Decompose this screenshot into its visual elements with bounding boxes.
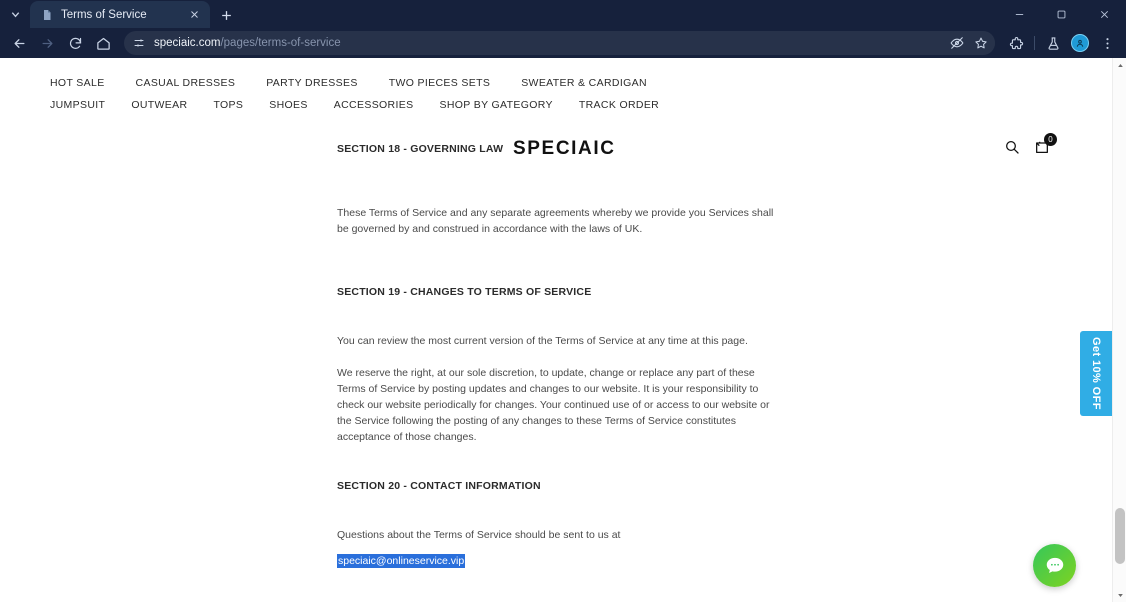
section-19-body-1: You can review the most current version … xyxy=(337,335,748,347)
nav-item-accessories[interactable]: ACCESSORIES xyxy=(334,99,414,111)
nav-item-sweater-cardigan[interactable]: SWEATER & CARDIGAN xyxy=(521,77,647,89)
nav-row-secondary: JUMPSUIT OUTWEAR TOPS SHOES ACCESSORIES … xyxy=(50,99,685,111)
tab-title: Terms of Service xyxy=(61,8,147,21)
document-icon xyxy=(40,8,53,21)
page-scrollbar[interactable] xyxy=(1112,58,1126,602)
nav-row-primary: HOT SALE CASUAL DRESSES PARTY DRESSES TW… xyxy=(50,77,685,89)
section-20-body: Questions about the Terms of Service sho… xyxy=(337,529,621,541)
address-bar[interactable]: speciaic.com/pages/terms-of-service xyxy=(124,31,995,55)
url-text: speciaic.com/pages/terms-of-service xyxy=(154,37,987,49)
eye-off-icon[interactable] xyxy=(945,31,969,55)
contact-email-link[interactable]: speciaic@onlineservice.vip xyxy=(337,554,466,568)
section-20-heading: SECTION 20 - CONTACT INFORMATION xyxy=(337,480,541,492)
nav-item-hot-sale[interactable]: HOT SALE xyxy=(50,77,105,89)
cart-count-badge: 0 xyxy=(1044,133,1057,146)
chat-bubble-icon[interactable] xyxy=(1033,544,1076,587)
three-dot-menu-icon[interactable] xyxy=(1094,30,1120,56)
nav-item-shoes[interactable]: SHOES xyxy=(269,99,308,111)
nav-item-outwear[interactable]: OUTWEAR xyxy=(131,99,187,111)
chevron-down-icon[interactable] xyxy=(1113,588,1126,602)
home-icon[interactable] xyxy=(90,30,116,56)
section-20: SECTION 20 - CONTACT INFORMATION Questio… xyxy=(337,480,1112,569)
new-tab-button[interactable] xyxy=(212,2,240,28)
nav-item-casual-dresses[interactable]: CASUAL DRESSES xyxy=(136,77,236,89)
section-18-heading: SECTION 18 - GOVERNING LAW xyxy=(337,143,504,155)
url-domain: speciaic.com xyxy=(154,37,221,49)
toolbar-divider xyxy=(1034,36,1035,50)
browser-title-bar: Terms of Service xyxy=(0,0,1126,28)
section-18-body: These Terms of Service and any separate … xyxy=(337,207,774,235)
flask-icon[interactable] xyxy=(1040,30,1066,56)
nav-item-tops[interactable]: TOPS xyxy=(213,99,243,111)
browser-tab[interactable]: Terms of Service xyxy=(30,1,210,28)
section-19: SECTION 19 - CHANGES TO TERMS OF SERVICE… xyxy=(337,286,1112,445)
header-actions: 0 xyxy=(1004,133,1057,155)
reload-icon[interactable] xyxy=(62,30,88,56)
minimize-icon[interactable] xyxy=(998,0,1040,28)
scrollbar-thumb[interactable] xyxy=(1115,508,1125,564)
terms-content: SECTION 18 - GOVERNING LAW These Terms o… xyxy=(0,127,1112,569)
omnibox-actions xyxy=(945,31,995,55)
promo-discount-tab[interactable]: Get 10% OFF xyxy=(1080,331,1112,416)
section-19-body-2: We reserve the right, at our sole discre… xyxy=(337,367,770,443)
chevron-down-icon[interactable] xyxy=(3,2,27,26)
site-logo[interactable]: SPECIAIC xyxy=(513,138,616,160)
arrow-back-icon[interactable] xyxy=(6,30,32,56)
nav-item-track-order[interactable]: TRACK ORDER xyxy=(579,99,659,111)
nav-item-shop-by-gategory[interactable]: SHOP BY GATEGORY xyxy=(439,99,552,111)
window-controls xyxy=(998,0,1126,28)
nav-item-jumpsuit[interactable]: JUMPSUIT xyxy=(50,99,105,111)
tune-icon[interactable] xyxy=(130,35,147,52)
promo-discount-label: Get 10% OFF xyxy=(1090,337,1102,410)
maximize-icon[interactable] xyxy=(1040,0,1082,28)
cart-icon[interactable]: 0 xyxy=(1034,133,1057,155)
search-icon[interactable] xyxy=(1004,139,1020,155)
web-page: HOT SALE CASUAL DRESSES PARTY DRESSES TW… xyxy=(0,58,1112,602)
puzzle-icon[interactable] xyxy=(1003,30,1029,56)
nav-item-party-dresses[interactable]: PARTY DRESSES xyxy=(266,77,358,89)
arrow-forward-icon xyxy=(34,30,60,56)
star-icon[interactable] xyxy=(969,31,993,55)
tab-search-area xyxy=(0,0,30,28)
chevron-up-icon[interactable] xyxy=(1113,58,1126,72)
window-close-icon[interactable] xyxy=(1082,0,1126,28)
url-path: /pages/terms-of-service xyxy=(220,37,341,49)
browser-window: Terms of Service speciaic.com/pages/term… xyxy=(0,0,1126,602)
site-header: HOT SALE CASUAL DRESSES PARTY DRESSES TW… xyxy=(0,58,1112,159)
page-viewport: HOT SALE CASUAL DRESSES PARTY DRESSES TW… xyxy=(0,58,1126,602)
browser-toolbar: speciaic.com/pages/terms-of-service xyxy=(0,28,1126,58)
section-18: SECTION 18 - GOVERNING LAW These Terms o… xyxy=(337,143,1112,237)
nav-item-two-pieces-sets[interactable]: TWO PIECES SETS xyxy=(389,77,491,89)
main-navigation: HOT SALE CASUAL DRESSES PARTY DRESSES TW… xyxy=(50,75,685,111)
section-19-heading: SECTION 19 - CHANGES TO TERMS OF SERVICE xyxy=(337,286,592,298)
close-icon[interactable] xyxy=(186,7,202,23)
account-avatar-icon[interactable] xyxy=(1071,34,1089,52)
